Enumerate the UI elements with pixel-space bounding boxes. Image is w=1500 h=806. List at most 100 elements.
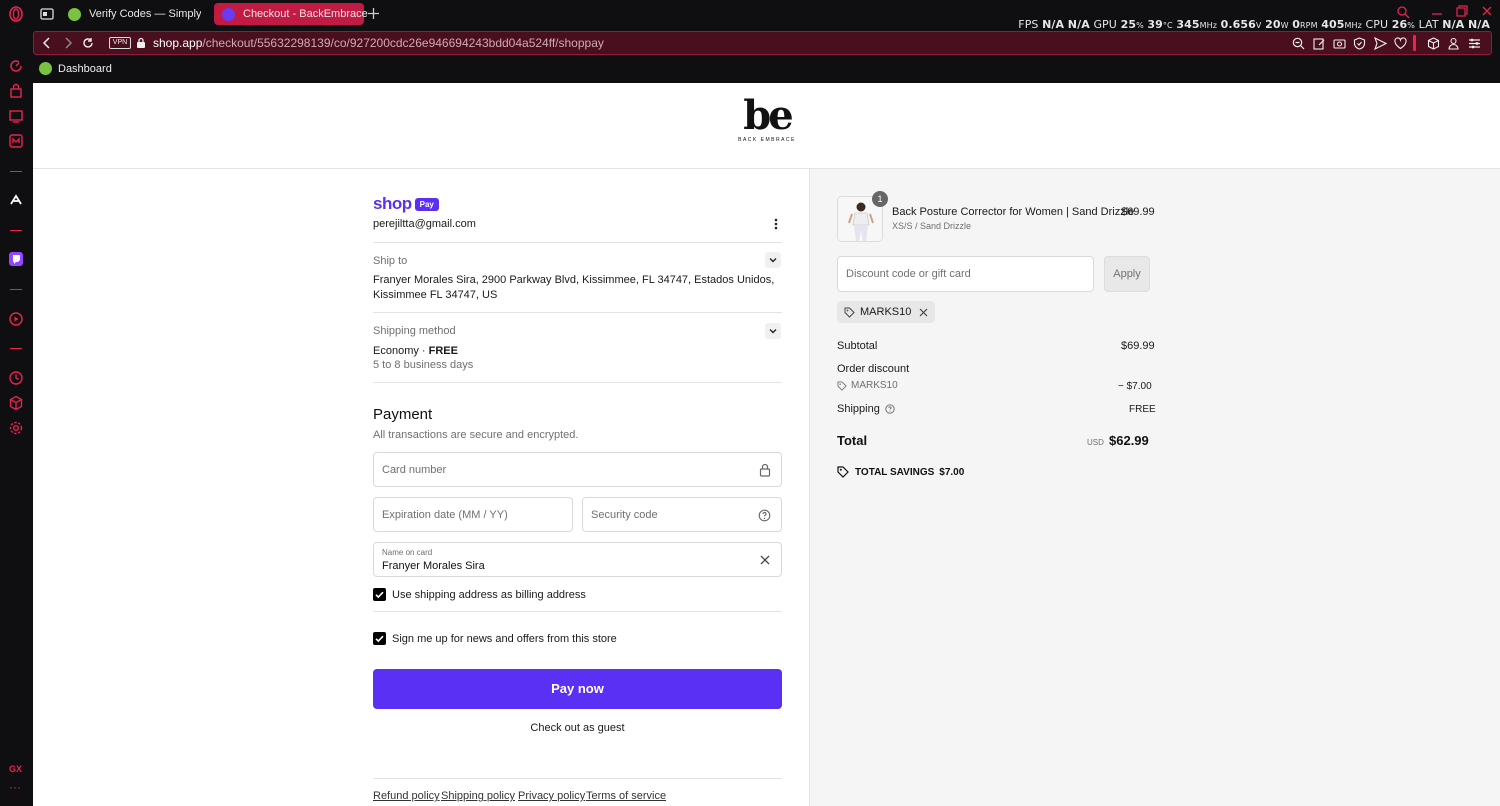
pay-now-button[interactable]: Pay now [373,669,782,709]
clear-x-icon[interactable] [759,554,771,566]
tab-checkout[interactable]: Checkout - BackEmbrace [214,3,368,25]
card-number-field[interactable]: Card number [373,452,782,487]
discount-code-name: MARKS10 [851,380,898,391]
new-tab-plus-icon[interactable] [367,7,380,20]
history-clock-icon[interactable] [8,370,24,386]
shipping-method-expand[interactable] [765,323,781,339]
apply-discount-button[interactable]: Apply [1104,256,1150,292]
discount-amount: − $7.00 [1118,381,1152,392]
profile-icon[interactable] [1447,37,1460,50]
security-code-placeholder: Security code [591,508,658,521]
camera-snapshot-icon[interactable] [1333,37,1346,50]
bookmark-dashboard[interactable]: Dashboard [39,62,112,75]
hud-gpu-pct: 25 [1120,18,1137,31]
dashboard-favicon-icon [39,62,52,75]
privacy-policy-link[interactable]: Privacy policy [518,790,585,802]
opera-gx-logo-icon[interactable] [8,6,24,22]
shopping-bag-icon[interactable] [8,83,24,99]
gx-badge-icon[interactable]: GX [9,764,22,774]
search-tabs-icon[interactable] [1396,5,1410,19]
heart-icon[interactable] [1394,37,1407,50]
security-code-field[interactable]: Security code [582,497,782,532]
twitch-icon[interactable] [8,251,24,267]
billing-address-checkbox[interactable] [373,588,386,601]
payment-subtitle: All transactions are secure and encrypte… [373,429,579,441]
extensions-cube-icon[interactable] [1427,37,1440,50]
shield-icon[interactable] [1353,37,1366,50]
lock-icon[interactable] [136,37,146,49]
tab-verify-codes[interactable]: Verify Codes — SimplyCodes [60,3,206,25]
settings-gear-icon[interactable] [8,420,24,436]
chevron-down-icon [769,258,777,263]
sidebar-divider [10,289,22,290]
hud-cpu-pct: 26 [1391,18,1408,31]
ship-to-expand[interactable] [765,252,781,268]
browser-sidebar: GX ··· [0,28,32,806]
quantity-badge: 1 [872,191,888,207]
info-help-icon[interactable] [885,404,895,414]
refund-policy-link[interactable]: Refund policy [373,790,440,802]
restore-window-icon[interactable] [1455,4,1469,18]
newsletter-checkbox-label[interactable]: Sign me up for news and offers from this… [392,633,617,645]
help-circle-icon[interactable] [758,509,771,522]
zoom-out-icon[interactable] [1292,37,1305,50]
hud-lat-label: LAT [1418,18,1439,31]
chevron-down-icon [769,329,777,334]
shop-logo-word: shop [373,194,412,213]
billing-address-checkbox-label[interactable]: Use shipping address as billing address [392,589,586,601]
name-on-card-field[interactable]: Name on card Franyer Morales Sira [373,542,782,577]
vpn-badge[interactable]: VPN [109,37,131,49]
shipping-policy-link[interactable]: Shipping policy [441,790,515,802]
player-icon[interactable] [8,311,24,327]
account-menu-kebab-icon[interactable] [771,217,781,231]
total-savings-value: $7.00 [939,466,965,478]
hud-lat-value: N/A [1442,18,1465,31]
hud-unit: % [1136,21,1144,30]
extensions-icon[interactable] [8,395,24,411]
currency-code: USD [1087,438,1104,447]
total-savings-label: TOTAL SAVINGS [855,466,935,478]
terms-of-service-link[interactable]: Terms of service [586,790,666,802]
gx-corner-icon[interactable] [8,108,24,124]
url-text[interactable]: shop.app/checkout/55632298139/co/927200c… [153,36,604,50]
remove-discount-x-icon[interactable] [919,308,928,317]
tag-icon [844,307,855,318]
gx-control-icon[interactable] [8,58,24,74]
discount-code-placeholder: Discount code or gift card [846,268,971,280]
discount-code-field[interactable]: Discount code or gift card [837,256,1094,292]
reload-icon[interactable] [82,37,94,49]
hud-gpu-label: GPU [1093,18,1117,31]
discount-code-row: MARKS10 [837,380,898,391]
messenger-icon[interactable] [8,133,24,149]
close-window-icon[interactable] [1480,4,1494,18]
back-arrow-icon[interactable] [41,37,53,49]
easy-setup-menu-icon[interactable] [1468,37,1481,50]
tab-label: Verify Codes — SimplyCodes [89,8,201,20]
checkout-favicon-icon [222,7,235,21]
workspaces-icon[interactable] [40,7,54,21]
bookmark-label: Dashboard [58,62,112,75]
hud-unit: °C [1162,21,1173,30]
logo-wordmark: BACK EMBRACE [738,137,796,143]
forward-arrow-icon[interactable] [62,37,74,49]
more-dots-icon[interactable]: ··· [9,781,21,793]
hud-unit: W [1280,21,1289,30]
subtotal-label: Subtotal [837,340,878,352]
expiration-date-field[interactable]: Expiration date (MM / YY) [373,497,573,532]
bookmarks-bar: Dashboard [33,57,1500,81]
account-email: perejiltta@gmail.com [373,218,476,230]
divider [373,778,782,779]
arc-app-icon[interactable] [8,192,24,208]
payment-title: Payment [373,406,433,423]
ship-to-label: Ship to [373,255,408,267]
hud-fps-value-2: N/A [1067,18,1090,31]
edit-icon[interactable] [1313,37,1326,50]
shipping-method-name: Economy · [373,345,429,357]
backembrace-logo[interactable]: be BACK EMBRACE [727,96,807,147]
lock-icon [759,463,771,477]
checkout-as-guest-link[interactable]: Check out as guest [373,722,782,734]
send-icon[interactable] [1374,37,1387,50]
minimize-icon[interactable] [1430,4,1444,18]
newsletter-checkbox[interactable] [373,632,386,645]
shop-pay-logo: shop Pay [373,194,439,214]
